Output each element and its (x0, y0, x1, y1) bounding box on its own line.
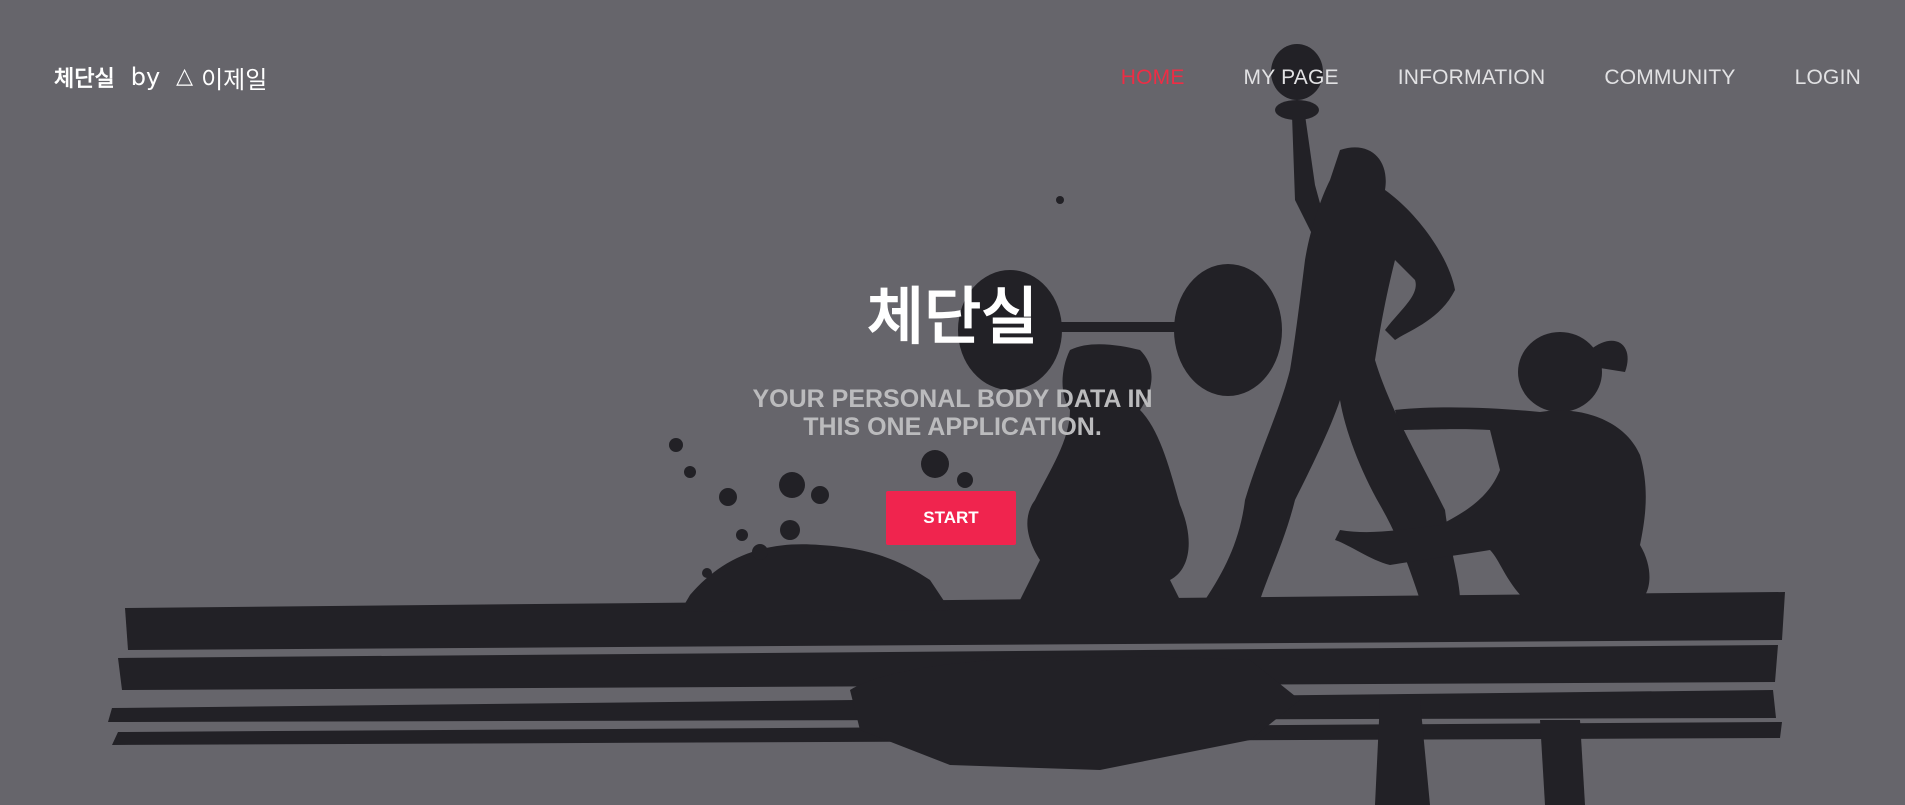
home-page: 체단실 by △ 이제일 HOME MY PAGE INFORMATION CO… (0, 0, 1905, 805)
nav-community[interactable]: COMMUNITY (1604, 66, 1735, 90)
brand-author: △ 이제일 (176, 60, 267, 95)
nav-my-page[interactable]: MY PAGE (1244, 66, 1339, 90)
hero-title: 체단실 (866, 280, 1039, 353)
nav-login[interactable]: LOGIN (1795, 66, 1861, 90)
start-button[interactable]: START (886, 491, 1016, 545)
main-nav: HOME MY PAGE INFORMATION COMMUNITY LOGIN (1121, 62, 1861, 94)
triangle-icon: △ (176, 64, 194, 89)
hero: 체단실 YOUR PERSONAL BODY DATA IN THIS ONE … (0, 275, 1905, 441)
brand-name: 체단실 (54, 67, 115, 92)
author-name: 이제일 (201, 65, 268, 94)
brand[interactable]: 체단실 by △ 이제일 (54, 60, 267, 94)
nav-home[interactable]: HOME (1121, 66, 1185, 90)
nav-information[interactable]: INFORMATION (1398, 66, 1546, 90)
brand-by-label: by (130, 63, 161, 91)
hero-subtitle: YOUR PERSONAL BODY DATA IN THIS ONE APPL… (752, 385, 1153, 441)
